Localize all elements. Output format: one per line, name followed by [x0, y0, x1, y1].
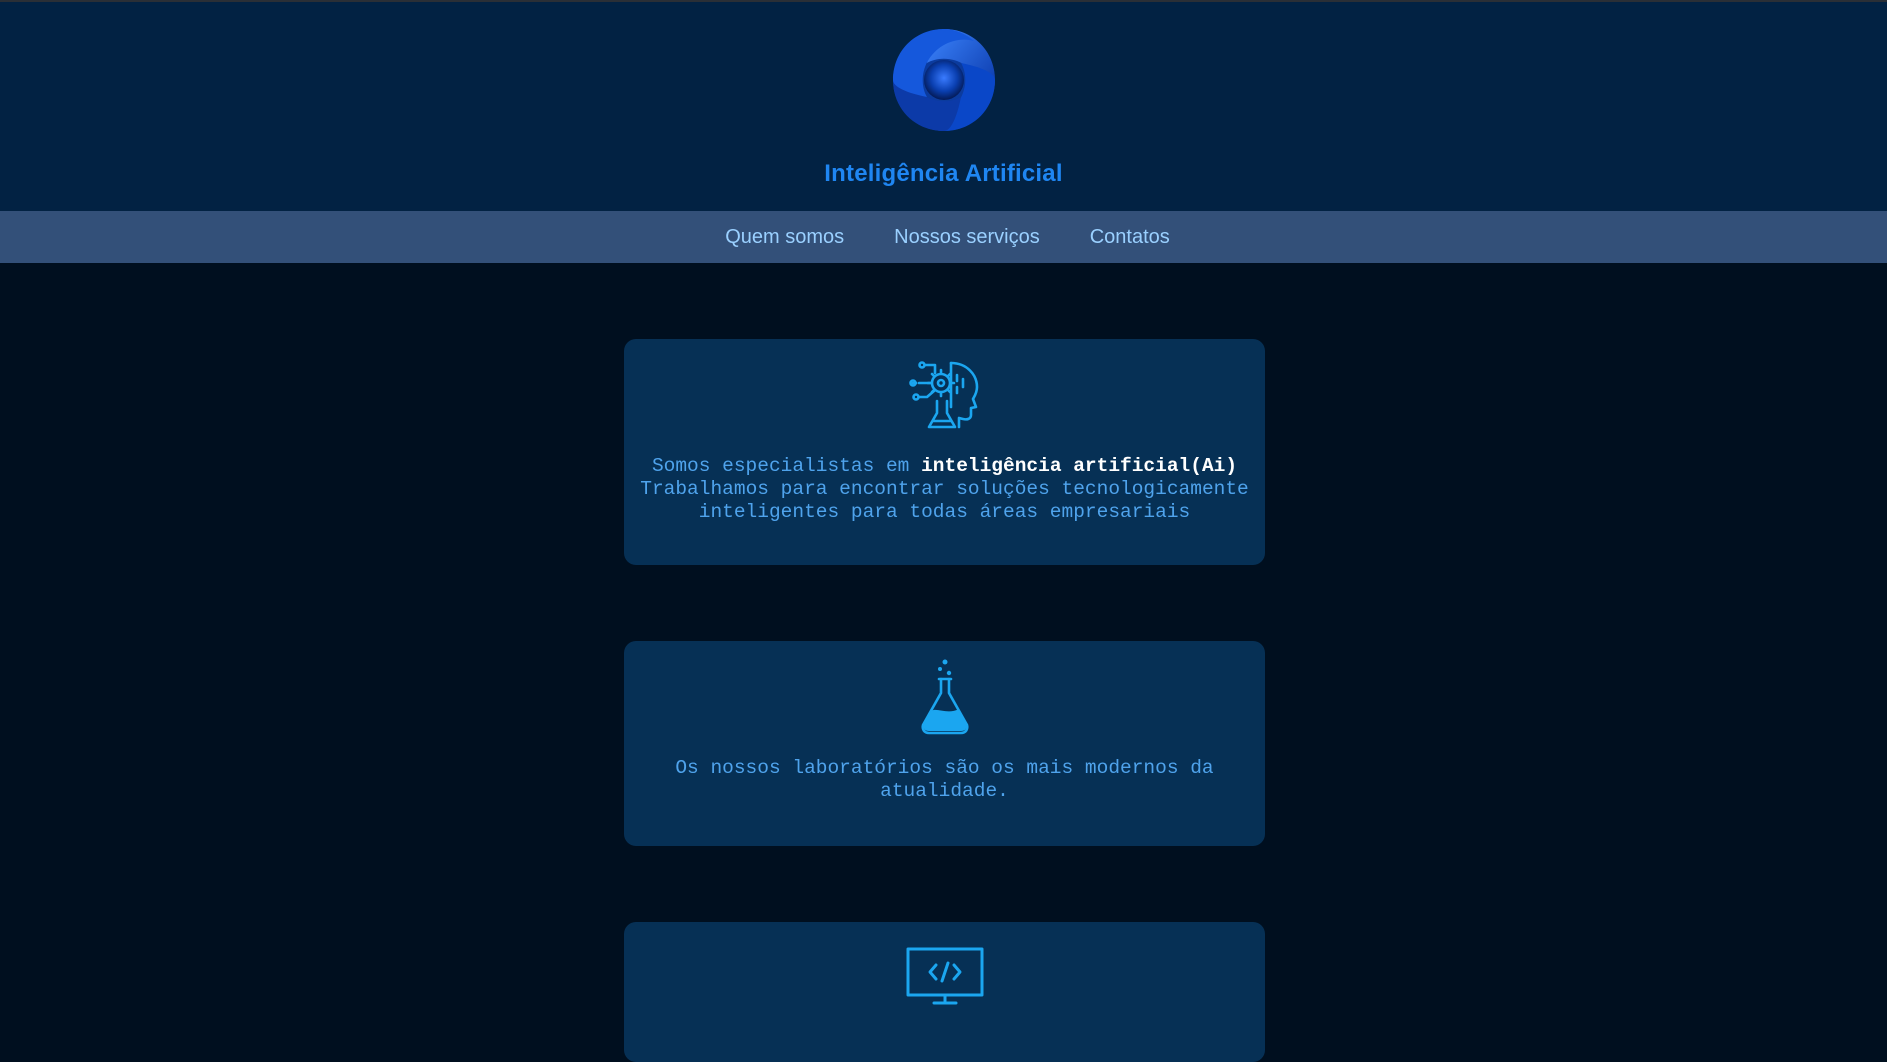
site-title: Inteligência Artificial: [824, 160, 1063, 187]
card-about-intro: Somos especialistas em: [651, 455, 922, 477]
swirl-logo-icon[interactable]: [891, 27, 997, 133]
main-nav: Quem somos Nossos serviços Contatos: [0, 211, 1887, 263]
nav-item-nossos-servicos[interactable]: Nossos serviços: [894, 226, 1040, 249]
lab-flask-icon: [920, 659, 969, 735]
nav-item-contatos[interactable]: Contatos: [1090, 226, 1170, 249]
site-header: Inteligência Artificial: [0, 2, 1887, 211]
card-about-text: Somos especialistas em inteligência arti…: [624, 455, 1265, 524]
card-about-highlight: inteligência artificial(Ai): [921, 455, 1238, 477]
card-about-body: Trabalhamos para encontrar soluções tecn…: [640, 478, 1249, 523]
code-monitor-icon: [906, 947, 983, 1005]
nav-item-quem-somos[interactable]: Quem somos: [725, 226, 844, 249]
card-about: Somos especialistas em inteligência arti…: [624, 339, 1265, 565]
card-labs-text: Os nossos laboratórios são os mais moder…: [675, 757, 1214, 802]
ai-head-gear-icon: [908, 361, 978, 429]
card-dev: [624, 922, 1265, 1062]
card-labs: Os nossos laboratórios são os mais moder…: [624, 641, 1265, 846]
